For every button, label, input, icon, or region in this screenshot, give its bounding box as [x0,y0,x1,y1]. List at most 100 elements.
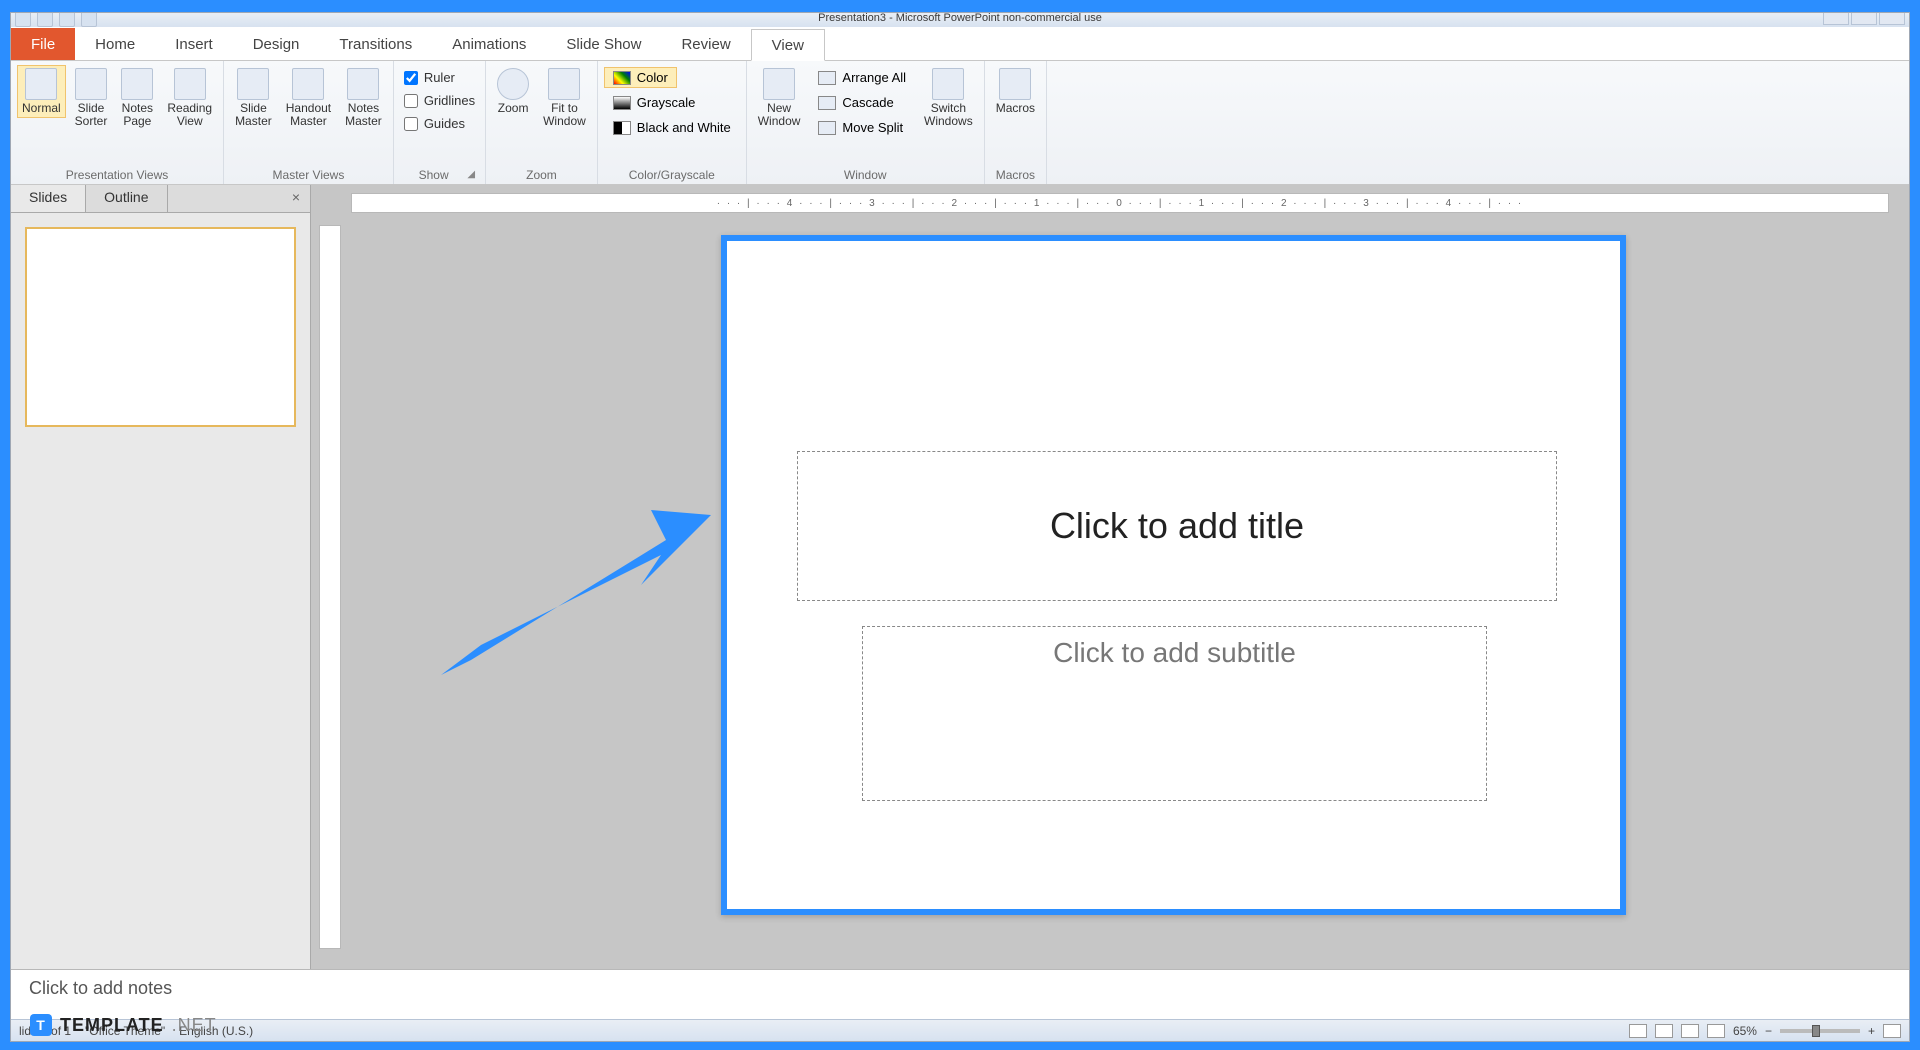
move-split-button[interactable]: Move Split [809,117,915,138]
maximize-button[interactable] [1851,13,1877,25]
template-net-watermark: T TEMPLATE .NET [30,1014,217,1036]
black-white-button[interactable]: Black and White [604,117,740,138]
tab-animations[interactable]: Animations [432,28,546,60]
tab-insert[interactable]: Insert [155,28,233,60]
show-dialog-launcher-icon[interactable]: ◢ [467,169,479,180]
handout-master-icon [292,68,324,100]
slide-canvas[interactable]: Click to add title Click to add subtitle [721,235,1626,915]
group-color-grayscale: Color Grayscale Black and White Color/Gr… [598,61,747,184]
zoom-in-button[interactable]: + [1868,1024,1875,1038]
tab-transitions[interactable]: Transitions [319,28,432,60]
slide-sorter-button[interactable]: Slide Sorter [70,65,113,131]
title-placeholder[interactable]: Click to add title [797,451,1557,601]
window-title: Presentation3 - Microsoft PowerPoint non… [818,13,1102,24]
close-button[interactable] [1879,13,1905,25]
grayscale-swatch-icon [613,96,631,110]
annotation-arrow-icon [441,485,721,685]
normal-view-icon [25,68,57,100]
normal-view-status-icon[interactable] [1629,1024,1647,1038]
arrange-all-button[interactable]: Arrange All [809,67,915,88]
undo-icon[interactable] [37,13,53,27]
grayscale-button[interactable]: Grayscale [604,92,705,113]
slide-master-icon [237,68,269,100]
notes-pane[interactable]: Click to add notes [11,969,1909,1019]
arrange-all-icon [818,71,836,85]
sorter-view-status-icon[interactable] [1655,1024,1673,1038]
quick-access-toolbar [15,13,97,27]
titlebar: Presentation3 - Microsoft PowerPoint non… [11,13,1909,27]
switch-windows-button[interactable]: Switch Windows [919,65,978,131]
template-logo-icon: T [30,1014,52,1036]
zoom-out-button[interactable]: − [1765,1024,1772,1038]
slides-tab[interactable]: Slides [11,185,86,212]
reading-view-button[interactable]: Reading View [162,65,217,131]
group-show: Ruler Gridlines Guides Show◢ [394,61,486,184]
tab-home[interactable]: Home [75,28,155,60]
notes-page-button[interactable]: Notes Page [116,65,158,131]
horizontal-ruler[interactable]: · · · | · · · 4 · · · | · · · 3 · · · | … [351,193,1889,213]
slideshow-status-icon[interactable] [1707,1024,1725,1038]
guides-checkbox-input[interactable] [404,117,418,131]
ruler-checkbox-input[interactable] [404,71,418,85]
switch-windows-icon [932,68,964,100]
gridlines-checkbox[interactable]: Gridlines [400,92,479,109]
group-window: New Window Arrange All Cascade Move Spli… [747,61,985,184]
outline-tab[interactable]: Outline [86,185,167,212]
group-macros: Macros Macros [985,61,1047,184]
new-window-icon [763,68,795,100]
ribbon-tabs: File Home Insert Design Transitions Anim… [11,27,1909,61]
slide-thumbnail-1[interactable] [25,227,296,427]
qat-dropdown-icon[interactable] [81,13,97,27]
watermark-brand: TEMPLATE [60,1015,164,1036]
normal-view-button[interactable]: Normal [17,65,66,118]
group-presentation-views: Normal Slide Sorter Notes Page Reading V… [11,61,224,184]
notes-master-icon [347,68,379,100]
panel-tabs: Slides Outline × [11,185,310,213]
cascade-button[interactable]: Cascade [809,92,915,113]
tab-review[interactable]: Review [661,28,750,60]
slide-editor: · · · | · · · 4 · · · | · · · 3 · · · | … [311,185,1909,969]
minimize-button[interactable] [1823,13,1849,25]
status-bar: lide 1 of 1 "Office Theme" English (U.S.… [11,1019,1909,1041]
subtitle-placeholder[interactable]: Click to add subtitle [862,626,1487,801]
tab-view[interactable]: View [751,29,825,61]
move-split-icon [818,121,836,135]
macros-button[interactable]: Macros [991,65,1040,118]
vertical-ruler[interactable] [319,225,341,949]
redo-icon[interactable] [59,13,75,27]
group-zoom: Zoom Fit to Window Zoom [486,61,598,184]
notes-page-icon [121,68,153,100]
zoom-icon [497,68,529,100]
slide-master-button[interactable]: Slide Master [230,65,277,131]
slides-outline-panel: Slides Outline × [11,185,311,969]
gridlines-checkbox-input[interactable] [404,94,418,108]
cascade-icon [818,96,836,110]
powerpoint-window: Presentation3 - Microsoft PowerPoint non… [10,12,1910,1042]
bw-swatch-icon [613,121,631,135]
tab-slideshow[interactable]: Slide Show [546,28,661,60]
guides-checkbox[interactable]: Guides [400,115,469,132]
reading-view-status-icon[interactable] [1681,1024,1699,1038]
fit-slide-status-icon[interactable] [1883,1024,1901,1038]
zoom-slider[interactable] [1780,1029,1860,1033]
group-master-views: Slide Master Handout Master Notes Master… [224,61,394,184]
zoom-level[interactable]: 65% [1733,1024,1757,1038]
tab-design[interactable]: Design [233,28,320,60]
color-button[interactable]: Color [604,67,677,88]
save-icon[interactable] [15,13,31,27]
color-swatch-icon [613,71,631,85]
handout-master-button[interactable]: Handout Master [281,65,336,131]
slide-sorter-icon [75,68,107,100]
panel-close-button[interactable]: × [282,185,310,212]
file-tab[interactable]: File [11,28,75,60]
zoom-button[interactable]: Zoom [492,65,534,118]
ruler-checkbox[interactable]: Ruler [400,69,459,86]
fit-window-button[interactable]: Fit to Window [538,65,591,131]
notes-master-button[interactable]: Notes Master [340,65,387,131]
macros-icon [999,68,1031,100]
workspace: Slides Outline × · · · | · · · 4 · · · |… [11,185,1909,969]
new-window-button[interactable]: New Window [753,65,806,131]
window-controls [1823,13,1905,25]
watermark-net: .NET [172,1015,217,1036]
reading-view-icon [174,68,206,100]
